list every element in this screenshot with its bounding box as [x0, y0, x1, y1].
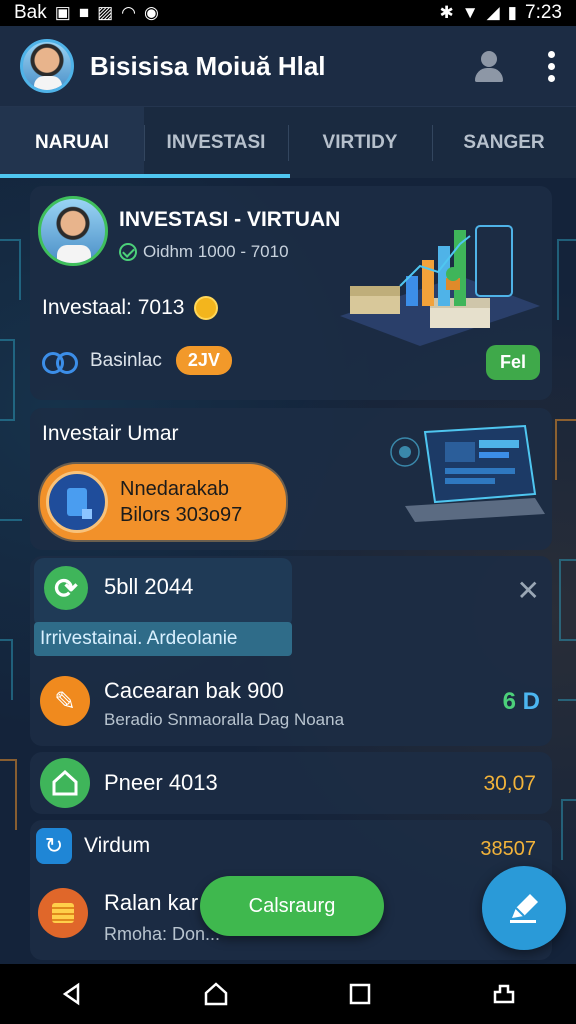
status-bar: Bak ▣ ■ ▨ ◠ ◉ ✱ ▼ ◢ ▮ 7:23 — [0, 0, 576, 26]
activity-row-title: Cacearan bak 900 — [104, 678, 284, 703]
system-nav-bar — [0, 964, 576, 1024]
tab-virtidy[interactable]: VIRTIDY — [288, 107, 432, 178]
more-options-icon[interactable] — [546, 50, 556, 82]
clock: 7:23 — [525, 2, 562, 23]
investment-amount-row: Investaal: 7013 — [42, 291, 224, 325]
notification-icon: ■ — [78, 3, 90, 22]
record-icon: ◉ — [144, 3, 159, 22]
edit-fab[interactable] — [482, 866, 566, 950]
activity-row-subtitle: Beradio Snmaoralla Dag Noana — [104, 710, 345, 729]
virdum-value: 38507 — [480, 838, 536, 860]
profile-subtitle: Oidhm 1000 - 7010 — [143, 242, 289, 261]
tab-investasi[interactable]: INVESTASI — [144, 107, 288, 178]
app-title: Bisisisa Moiuă Hlal — [90, 50, 326, 81]
edit-icon — [510, 894, 538, 923]
check-icon — [119, 243, 137, 261]
tab-naruai[interactable]: NARUAI — [0, 107, 290, 178]
activity-card: 5bll 2044 ✕ Irrivestainai. Ardeolanie ✎ … — [30, 556, 552, 746]
link-icon — [42, 350, 78, 374]
recents-icon[interactable] — [340, 974, 380, 1014]
activity-badge: 6 D — [503, 688, 540, 716]
cell-signal-icon: ◢ — [486, 3, 500, 22]
bluetooth-icon: ✱ — [439, 3, 454, 22]
app-actions — [472, 49, 556, 83]
invest-action-line1: Nnedarakab — [120, 478, 229, 500]
basinlac-label: Basinlac — [90, 349, 162, 371]
activity-banner[interactable]: Irrivestainai. Ardeolanie — [34, 622, 292, 656]
keyboard-toggle-icon[interactable] — [484, 974, 524, 1014]
avatar[interactable] — [20, 39, 74, 93]
green-action-button[interactable]: Fel — [485, 345, 540, 380]
refresh-icon[interactable] — [44, 566, 88, 610]
tab-bar: NARUAI INVESTASI VIRTIDY SANGER — [0, 106, 576, 178]
calsraurg-button[interactable]: Calsraurg — [200, 876, 384, 936]
battery-icon: ▮ — [507, 3, 518, 22]
activity-title: 5bll 2044 — [104, 574, 194, 599]
image-icon: ▣ — [54, 3, 71, 22]
profile-avatar — [38, 196, 108, 266]
wifi-icon: ◠ — [121, 3, 136, 22]
home-icon[interactable] — [196, 974, 236, 1014]
basinlac-row: Basinlac 2JV — [42, 346, 232, 375]
activity-badge-left: 6 — [502, 688, 516, 715]
profile-title: INVESTASI - VIRTUAN — [119, 208, 341, 231]
orange-badge[interactable]: 2JV — [175, 346, 232, 375]
invest-action-text: Nnedarakab Bilors 303o97 — [120, 476, 242, 528]
coin-icon — [189, 291, 224, 325]
virdum-row-subtitle: Rmoha: Don... — [104, 924, 221, 944]
summary-row[interactable]: Pneer 4013 30,07 — [30, 752, 552, 814]
invest-action-line2: Bilors 303o97 — [120, 504, 243, 526]
tab-sanger[interactable]: SANGER — [432, 107, 576, 178]
back-icon[interactable] — [52, 974, 92, 1014]
app-bar: Bisisisa Moiuă Hlal — [0, 26, 576, 106]
virdum-row-title: Ralan kar — [104, 890, 199, 915]
investment-amount: Investaal: 7013 — [42, 296, 185, 319]
account-icon[interactable] — [472, 49, 506, 83]
house-icon — [40, 758, 90, 808]
summary-label: Pneer 4013 — [104, 770, 218, 795]
invest-action-button[interactable]: Nnedarakab Bilors 303o97 — [40, 464, 286, 540]
finance-chart-illustration — [340, 225, 540, 346]
carrier-label: Bak — [14, 2, 47, 23]
activity-badge-right: D — [522, 688, 540, 715]
virdum-label: Virdum — [84, 834, 151, 857]
gallery-icon: ▨ — [97, 3, 114, 22]
profile-card[interactable]: INVESTASI - VIRTUAN Oidhm 1000 - 7010 In… — [30, 186, 552, 400]
close-icon[interactable]: ✕ — [517, 574, 540, 607]
laptop-illustration — [390, 424, 545, 522]
invest-card: Investair Umar Nnedarakab Bilors 303o97 — [30, 408, 552, 550]
document-icon — [67, 488, 92, 519]
coin-stack-icon — [38, 888, 88, 938]
signal-wifi-icon: ▼ — [461, 3, 479, 22]
summary-value: 30,07 — [483, 772, 536, 795]
profile-subtitle-row: Oidhm 1000 - 7010 — [119, 242, 289, 262]
invest-card-title: Investair Umar — [42, 422, 179, 445]
document-button-icon — [46, 471, 108, 533]
brush-icon: ✎ — [40, 676, 90, 726]
share-icon: ↻ — [36, 828, 72, 864]
